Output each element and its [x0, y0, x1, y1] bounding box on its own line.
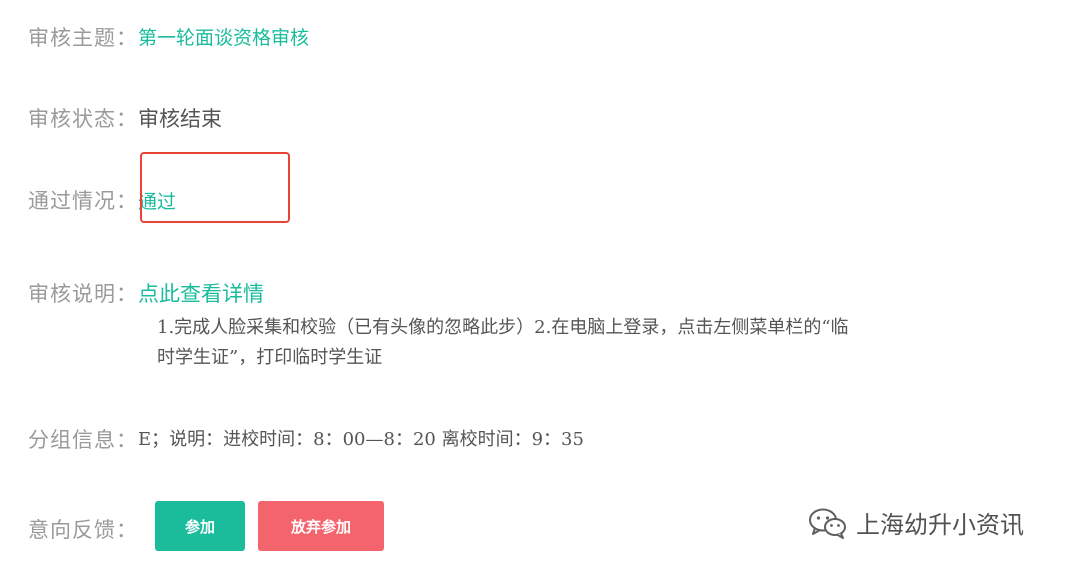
watermark: 上海幼升小资讯: [808, 505, 1024, 540]
explain-text-line2: 时学生证”，打印临时学生证: [157, 347, 383, 368]
join-button[interactable]: 参加: [155, 501, 245, 551]
give-up-button[interactable]: 放弃参加: [258, 501, 384, 551]
group-label: 分组信息：: [28, 428, 138, 452]
status-row: 审核状态： 审核结束: [28, 103, 222, 133]
group-row: 分组信息： E；说明：进校时间：8：00—8：20 离校时间：9：35: [28, 424, 584, 454]
explain-detail-link[interactable]: 点此查看详情: [138, 278, 264, 308]
result-label: 通过情况：: [28, 189, 138, 213]
status-label: 审核状态：: [28, 107, 138, 131]
explain-row: 审核说明： 点此查看详情: [28, 278, 264, 308]
wechat-icon: [808, 507, 848, 539]
group-value: E；说明：进校时间：8：00—8：20 离校时间：9：35: [138, 429, 584, 450]
explain-description: 1.完成人脸采集和校验（已有头像的忽略此步）2.在电脑上登录，点击左侧菜单栏的“…: [157, 313, 1047, 373]
watermark-text: 上海幼升小资讯: [856, 511, 1024, 539]
topic-label: 审核主题：: [28, 26, 138, 50]
intent-row: 意向反馈：: [28, 514, 138, 544]
explain-label: 审核说明：: [28, 282, 138, 306]
result-highlight-box: [140, 152, 290, 223]
explain-text-line1: 1.完成人脸采集和校验（已有头像的忽略此步）2.在电脑上登录，点击左侧菜单栏的“…: [157, 317, 849, 338]
intent-label: 意向反馈：: [28, 518, 138, 542]
topic-row: 审核主题： 第一轮面谈资格审核: [28, 22, 309, 52]
status-value: 审核结束: [138, 107, 222, 131]
topic-value: 第一轮面谈资格审核: [138, 27, 310, 49]
